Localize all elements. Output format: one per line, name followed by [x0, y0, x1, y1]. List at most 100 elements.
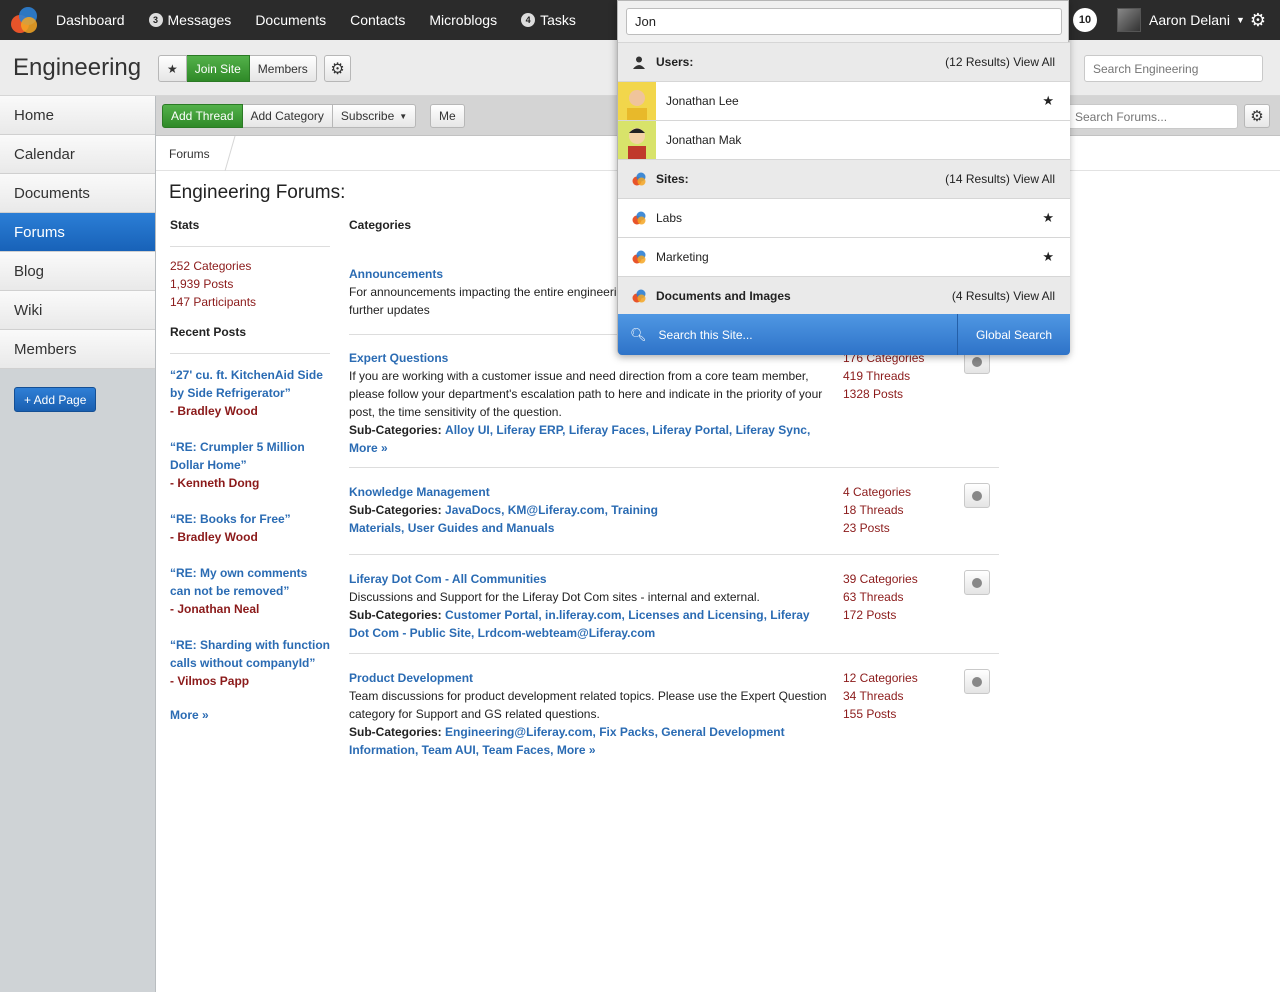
recent-posts-more-link[interactable]: More » — [170, 708, 330, 722]
subcategories-label: Sub-Categories: — [349, 725, 442, 739]
add-category-button[interactable]: Add Category — [242, 104, 333, 128]
search-result-user[interactable]: Jonathan Mak — [618, 120, 1070, 159]
nav-messages[interactable]: 3 Messages — [148, 12, 231, 28]
sites-view-all-link[interactable]: (14 Results) View All — [945, 172, 1055, 186]
recent-post[interactable]: “RE: My own comments can not be removed”… — [170, 564, 330, 618]
user-menu[interactable]: Aaron Delani ▼ — [1117, 8, 1245, 32]
sidebar-item-calendar[interactable]: Calendar — [0, 135, 155, 174]
sidebar-item-members[interactable]: Members — [0, 330, 155, 369]
recent-post-author: - Kenneth Dong — [170, 476, 260, 490]
page-title: Engineering Forums: — [169, 182, 346, 203]
gear-icon: ⚙ — [1250, 108, 1264, 125]
user-avatar — [618, 121, 656, 159]
site-icon — [632, 211, 646, 225]
add-thread-button[interactable]: Add Thread — [162, 104, 243, 128]
tasks-badge: 4 — [521, 13, 536, 27]
user-avatar — [1117, 8, 1141, 32]
subcategories-label: Sub-Categories: — [349, 423, 442, 437]
liferay-logo-icon[interactable] — [9, 5, 39, 35]
nav-documents-label: Documents — [255, 12, 327, 28]
site-result-name: Labs — [656, 211, 683, 225]
sites-section-header: Sites: (14 Results) View All — [618, 159, 1070, 198]
category-row: Expert Questions If you are working with… — [349, 349, 999, 457]
search-icon: 🔍︎ — [630, 326, 647, 342]
recent-post[interactable]: “RE: Crumpler 5 Million Dollar Home” - K… — [170, 438, 330, 492]
gear-icon[interactable]: ⚙ — [1248, 10, 1268, 30]
search-this-site-button[interactable]: 🔍︎ Search this Site... — [630, 314, 753, 355]
sidebar-item-forums[interactable]: Forums — [0, 213, 155, 252]
circle-icon — [972, 577, 982, 588]
sidebar-item-blog[interactable]: Blog — [0, 252, 155, 291]
documents-section-header: Documents and Images (4 Results) View Al… — [618, 276, 1070, 315]
sidebar-item-home[interactable]: Home — [0, 96, 155, 135]
stats-column: Stats 252 Categories 1,939 Posts 147 Par… — [170, 218, 330, 722]
recent-post-author: - Bradley Wood — [170, 404, 258, 418]
site-icon — [632, 172, 646, 186]
nav-dashboard[interactable]: Dashboard — [56, 12, 125, 28]
star-icon[interactable]: ★ — [1042, 93, 1054, 109]
site-settings-button[interactable]: ⚙ — [324, 55, 351, 82]
sidebar-item-wiki[interactable]: Wiki — [0, 291, 155, 330]
forum-settings-button[interactable]: ⚙ — [1244, 104, 1270, 128]
documents-view-all-link[interactable]: (4 Results) View All — [952, 289, 1055, 303]
add-page-button[interactable]: + Add Page — [14, 387, 97, 412]
category-description: Discussions and Support for the Liferay … — [349, 590, 760, 604]
recent-post[interactable]: “RE: Books for Free” - Bradley Wood — [170, 510, 330, 546]
site-search-input[interactable] — [1084, 55, 1263, 82]
category-actions-button[interactable] — [964, 570, 990, 595]
subcategories: Sub-Categories: JavaDocs, KM@Liferay.com… — [349, 501, 669, 537]
subcategories-label: Sub-Categories: — [349, 608, 442, 622]
nav-contacts[interactable]: Contacts — [350, 12, 405, 28]
recent-post-title[interactable]: “RE: Sharding with function calls withou… — [170, 636, 330, 672]
category-stat: 18 Threads — [843, 503, 904, 517]
subcategories: Sub-Categories: Customer Portal, in.life… — [349, 606, 819, 642]
category-stats: 39 Categories 63 Threads 172 Posts — [843, 570, 918, 624]
category-actions-button[interactable] — [964, 669, 990, 694]
recent-post-title[interactable]: “27' cu. ft. KitchenAid Side by Side Ref… — [170, 366, 330, 402]
search-result-user[interactable]: Jonathan Lee ★ — [618, 81, 1070, 120]
site-result-name: Marketing — [656, 250, 709, 264]
sidebar-item-documents[interactable]: Documents — [0, 174, 155, 213]
global-search-button[interactable]: Global Search — [958, 314, 1070, 355]
forum-search-input[interactable] — [1066, 104, 1238, 129]
category-stat: 419 Threads — [843, 369, 911, 383]
users-view-all-link[interactable]: (12 Results) View All — [945, 55, 1055, 69]
recent-post[interactable]: “27' cu. ft. KitchenAid Side by Side Ref… — [170, 366, 330, 420]
star-icon[interactable]: ★ — [1042, 210, 1054, 226]
subscribe-label: Subscribe — [340, 109, 395, 123]
user-result-name: Jonathan Mak — [666, 133, 742, 147]
category-actions-button[interactable] — [964, 483, 990, 508]
recent-post-author: - Vilmos Papp — [170, 674, 250, 688]
breadcrumb-separator — [224, 136, 236, 171]
star-icon: ★ — [167, 61, 178, 76]
recent-post-title[interactable]: “RE: Crumpler 5 Million Dollar Home” — [170, 438, 330, 474]
category-row: Product Development Team discussions for… — [349, 669, 999, 759]
stats-heading: Stats — [170, 218, 330, 247]
breadcrumb-forums[interactable]: Forums — [169, 147, 210, 161]
category-description: If you are working with a customer issue… — [349, 369, 823, 419]
subscribe-button[interactable]: Subscribe ▼ — [332, 104, 417, 128]
favorite-site-button[interactable]: ★ — [158, 55, 187, 82]
category-stat: 155 Posts — [843, 707, 897, 721]
global-search-input[interactable] — [626, 8, 1062, 35]
circle-icon — [972, 676, 982, 687]
join-site-button[interactable]: Join Site — [186, 55, 250, 82]
user-avatar — [618, 82, 656, 120]
star-icon[interactable]: ★ — [1042, 249, 1054, 265]
divider — [349, 554, 999, 555]
recent-post-title[interactable]: “RE: My own comments can not be removed” — [170, 564, 330, 600]
search-result-site[interactable]: Marketing ★ — [618, 237, 1070, 276]
subcategories: Sub-Categories: Alloy UI, Liferay ERP, L… — [349, 421, 819, 457]
me-filter-button[interactable]: Me — [430, 104, 465, 128]
search-result-site[interactable]: Labs ★ — [618, 198, 1070, 237]
recent-post[interactable]: “RE: Sharding with function calls withou… — [170, 636, 330, 690]
nav-documents[interactable]: Documents — [255, 12, 326, 28]
notification-count-badge[interactable]: 10 — [1073, 8, 1097, 32]
messages-badge: 3 — [148, 13, 163, 27]
nav-tasks[interactable]: 4 Tasks — [521, 12, 576, 28]
nav-contacts-label: Contacts — [350, 12, 406, 28]
category-stat: 23 Posts — [843, 521, 890, 535]
members-button[interactable]: Members — [249, 55, 317, 82]
recent-post-title[interactable]: “RE: Books for Free” — [170, 510, 330, 528]
nav-microblogs[interactable]: Microblogs — [429, 12, 497, 28]
